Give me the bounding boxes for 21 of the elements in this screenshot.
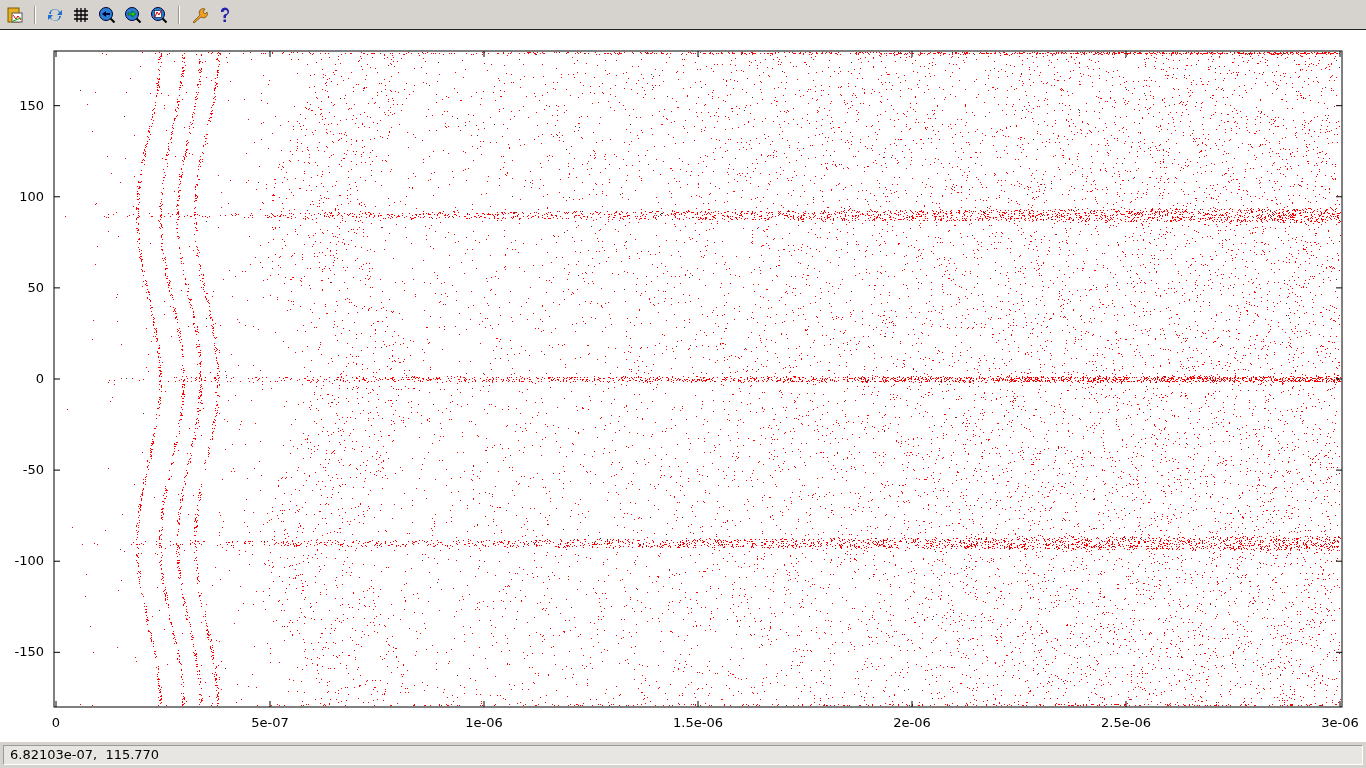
y-tick-label: 150 — [19, 97, 44, 113]
y-tick-label: 100 — [19, 188, 44, 204]
clipboard-chart-icon — [6, 5, 24, 24]
zoom-back-icon — [98, 5, 116, 24]
zoom-forward-icon — [124, 5, 142, 24]
y-tick-label: 0 — [35, 371, 44, 386]
x-tick-label: 1.5e-06 — [673, 715, 723, 730]
wrench-icon — [190, 5, 208, 24]
x-tick-label: 2.5e-06 — [1101, 715, 1151, 730]
cursor-coordinates: 6.82103e-07, 115.770 — [3, 745, 1363, 765]
x-tick-label: 1e-06 — [465, 715, 503, 730]
x-tick-label: 5e-07 — [251, 715, 289, 730]
zoom-reset-icon — [150, 5, 168, 24]
y-tick-label: -100 — [14, 553, 44, 569]
x-tick-label: 2e-06 — [893, 715, 931, 730]
y-tick-label: -50 — [22, 462, 44, 478]
grid-icon — [72, 5, 90, 24]
x-tick-label: 3e-06 — [1321, 715, 1359, 730]
y-tick-label: 50 — [27, 279, 44, 295]
x-tick-label: 0 — [51, 715, 61, 730]
y-tick-label: -150 — [14, 644, 44, 660]
